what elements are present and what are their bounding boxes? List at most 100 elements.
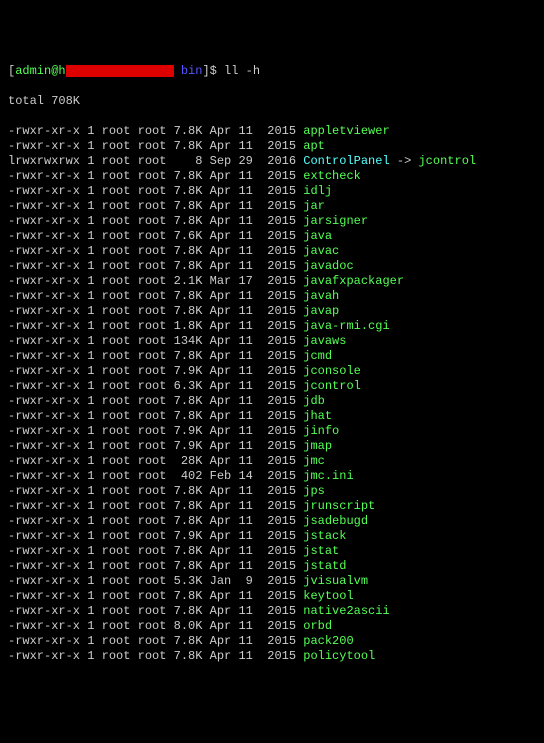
file-meta: -rwxr-xr-x 1 root root 7.8K Apr 11 2015 — [8, 244, 303, 258]
file-meta: -rwxr-xr-x 1 root root 7.6K Apr 11 2015 — [8, 229, 303, 243]
list-item: -rwxr-xr-x 1 root root 7.8K Apr 11 2015 … — [8, 589, 536, 604]
file-name: jstat — [303, 544, 339, 558]
file-meta: lrwxrwxrwx 1 root root 8 Sep 29 2016 — [8, 154, 303, 168]
symlink-target: jcontrol — [418, 154, 476, 168]
file-name: jmc.ini — [303, 469, 353, 483]
file-name: javac — [303, 244, 339, 258]
file-meta: -rwxr-xr-x 1 root root 5.3K Jan 9 2015 — [8, 574, 303, 588]
list-item: -rwxr-xr-x 1 root root 7.8K Apr 11 2015 … — [8, 409, 536, 424]
file-name: jcontrol — [303, 379, 361, 393]
file-name: jvisualvm — [303, 574, 368, 588]
list-item: -rwxr-xr-x 1 root root 2.1K Mar 17 2015 … — [8, 274, 536, 289]
file-meta: -rwxr-xr-x 1 root root 7.9K Apr 11 2015 — [8, 364, 303, 378]
file-name: javah — [303, 289, 339, 303]
list-item: -rwxr-xr-x 1 root root 7.8K Apr 11 2015 … — [8, 349, 536, 364]
file-name: policytool — [303, 649, 375, 663]
list-item: lrwxrwxrwx 1 root root 8 Sep 29 2016 Con… — [8, 154, 536, 169]
file-meta: -rwxr-xr-x 1 root root 2.1K Mar 17 2015 — [8, 274, 303, 288]
list-item: -rwxr-xr-x 1 root root 8.0K Apr 11 2015 … — [8, 619, 536, 634]
list-item: -rwxr-xr-x 1 root root 7.8K Apr 11 2015 … — [8, 634, 536, 649]
redacted-hostname — [66, 65, 174, 77]
file-name: javaws — [303, 334, 346, 348]
file-meta: -rwxr-xr-x 1 root root 7.8K Apr 11 2015 — [8, 499, 303, 513]
list-item: -rwxr-xr-x 1 root root 7.9K Apr 11 2015 … — [8, 364, 536, 379]
file-meta: -rwxr-xr-x 1 root root 7.9K Apr 11 2015 — [8, 439, 303, 453]
list-item: -rwxr-xr-x 1 root root 7.8K Apr 11 2015 … — [8, 544, 536, 559]
list-item: -rwxr-xr-x 1 root root 7.8K Apr 11 2015 … — [8, 289, 536, 304]
list-item: -rwxr-xr-x 1 root root 7.9K Apr 11 2015 … — [8, 529, 536, 544]
list-item: -rwxr-xr-x 1 root root 7.8K Apr 11 2015 … — [8, 514, 536, 529]
list-item: -rwxr-xr-x 1 root root 1.8K Apr 11 2015 … — [8, 319, 536, 334]
file-name: jps — [303, 484, 325, 498]
list-item: -rwxr-xr-x 1 root root 28K Apr 11 2015 j… — [8, 454, 536, 469]
file-name: jhat — [303, 409, 332, 423]
file-name: ControlPanel — [303, 154, 389, 168]
file-meta: -rwxr-xr-x 1 root root 6.3K Apr 11 2015 — [8, 379, 303, 393]
list-item: -rwxr-xr-x 1 root root 7.8K Apr 11 2015 … — [8, 184, 536, 199]
file-meta: -rwxr-xr-x 1 root root 7.8K Apr 11 2015 — [8, 514, 303, 528]
prompt-line[interactable]: [admin@h bin]$ ll -h — [8, 64, 536, 79]
file-meta: -rwxr-xr-x 1 root root 8.0K Apr 11 2015 — [8, 619, 303, 633]
file-name: java-rmi.cgi — [303, 319, 389, 333]
file-name: orbd — [303, 619, 332, 633]
file-name: jconsole — [303, 364, 361, 378]
file-meta: -rwxr-xr-x 1 root root 7.9K Apr 11 2015 — [8, 529, 303, 543]
file-meta: -rwxr-xr-x 1 root root 7.8K Apr 11 2015 — [8, 124, 303, 138]
list-item: -rwxr-xr-x 1 root root 6.3K Apr 11 2015 … — [8, 379, 536, 394]
file-name: keytool — [303, 589, 353, 603]
file-name: jstatd — [303, 559, 346, 573]
file-name: javadoc — [303, 259, 353, 273]
file-meta: -rwxr-xr-x 1 root root 1.8K Apr 11 2015 — [8, 319, 303, 333]
file-name: jinfo — [303, 424, 339, 438]
list-item: -rwxr-xr-x 1 root root 7.8K Apr 11 2015 … — [8, 484, 536, 499]
file-meta: -rwxr-xr-x 1 root root 7.8K Apr 11 2015 — [8, 544, 303, 558]
file-name: javafxpackager — [303, 274, 404, 288]
file-meta: -rwxr-xr-x 1 root root 7.8K Apr 11 2015 — [8, 349, 303, 363]
file-meta: -rwxr-xr-x 1 root root 7.8K Apr 11 2015 — [8, 634, 303, 648]
list-item: -rwxr-xr-x 1 root root 7.9K Apr 11 2015 … — [8, 439, 536, 454]
list-item: -rwxr-xr-x 1 root root 7.8K Apr 11 2015 … — [8, 244, 536, 259]
file-name: jmc — [303, 454, 325, 468]
bracket-close: ] — [202, 64, 209, 78]
file-name: jrunscript — [303, 499, 375, 513]
file-meta: -rwxr-xr-x 1 root root 7.9K Apr 11 2015 — [8, 424, 303, 438]
list-item: -rwxr-xr-x 1 root root 7.8K Apr 11 2015 … — [8, 139, 536, 154]
list-item: -rwxr-xr-x 1 root root 7.8K Apr 11 2015 … — [8, 259, 536, 274]
file-name: jmap — [303, 439, 332, 453]
list-item: -rwxr-xr-x 1 root root 7.6K Apr 11 2015 … — [8, 229, 536, 244]
file-name: jar — [303, 199, 325, 213]
list-item: -rwxr-xr-x 1 root root 7.8K Apr 11 2015 … — [8, 394, 536, 409]
file-name: appletviewer — [303, 124, 389, 138]
list-item: -rwxr-xr-x 1 root root 7.8K Apr 11 2015 … — [8, 124, 536, 139]
file-name: apt — [303, 139, 325, 153]
file-meta: -rwxr-xr-x 1 root root 7.8K Apr 11 2015 — [8, 409, 303, 423]
file-meta: -rwxr-xr-x 1 root root 402 Feb 14 2015 — [8, 469, 303, 483]
file-meta: -rwxr-xr-x 1 root root 134K Apr 11 2015 — [8, 334, 303, 348]
file-name: native2ascii — [303, 604, 389, 618]
file-meta: -rwxr-xr-x 1 root root 7.8K Apr 11 2015 — [8, 199, 303, 213]
file-name: jstack — [303, 529, 346, 543]
list-item: -rwxr-xr-x 1 root root 134K Apr 11 2015 … — [8, 334, 536, 349]
file-meta: -rwxr-xr-x 1 root root 7.8K Apr 11 2015 — [8, 394, 303, 408]
file-name: jcmd — [303, 349, 332, 363]
file-name: jarsigner — [303, 214, 368, 228]
file-name: extcheck — [303, 169, 361, 183]
prompt-host-prefix: h — [58, 64, 65, 78]
prompt-symbol: $ — [210, 64, 217, 78]
file-meta: -rwxr-xr-x 1 root root 7.8K Apr 11 2015 — [8, 259, 303, 273]
file-meta: -rwxr-xr-x 1 root root 7.8K Apr 11 2015 — [8, 139, 303, 153]
file-meta: -rwxr-xr-x 1 root root 7.8K Apr 11 2015 — [8, 589, 303, 603]
list-item: -rwxr-xr-x 1 root root 7.8K Apr 11 2015 … — [8, 199, 536, 214]
file-name: jsadebugd — [303, 514, 368, 528]
file-meta: -rwxr-xr-x 1 root root 7.8K Apr 11 2015 — [8, 484, 303, 498]
file-meta: -rwxr-xr-x 1 root root 7.8K Apr 11 2015 — [8, 304, 303, 318]
file-meta: -rwxr-xr-x 1 root root 7.8K Apr 11 2015 — [8, 169, 303, 183]
list-item: -rwxr-xr-x 1 root root 7.8K Apr 11 2015 … — [8, 649, 536, 664]
file-name: jdb — [303, 394, 325, 408]
file-name: idlj — [303, 184, 332, 198]
file-listing: -rwxr-xr-x 1 root root 7.8K Apr 11 2015 … — [8, 124, 536, 664]
list-item: -rwxr-xr-x 1 root root 7.9K Apr 11 2015 … — [8, 424, 536, 439]
list-item: -rwxr-xr-x 1 root root 7.8K Apr 11 2015 … — [8, 304, 536, 319]
symlink-arrow: -> — [390, 154, 419, 168]
list-item: -rwxr-xr-x 1 root root 7.8K Apr 11 2015 … — [8, 559, 536, 574]
